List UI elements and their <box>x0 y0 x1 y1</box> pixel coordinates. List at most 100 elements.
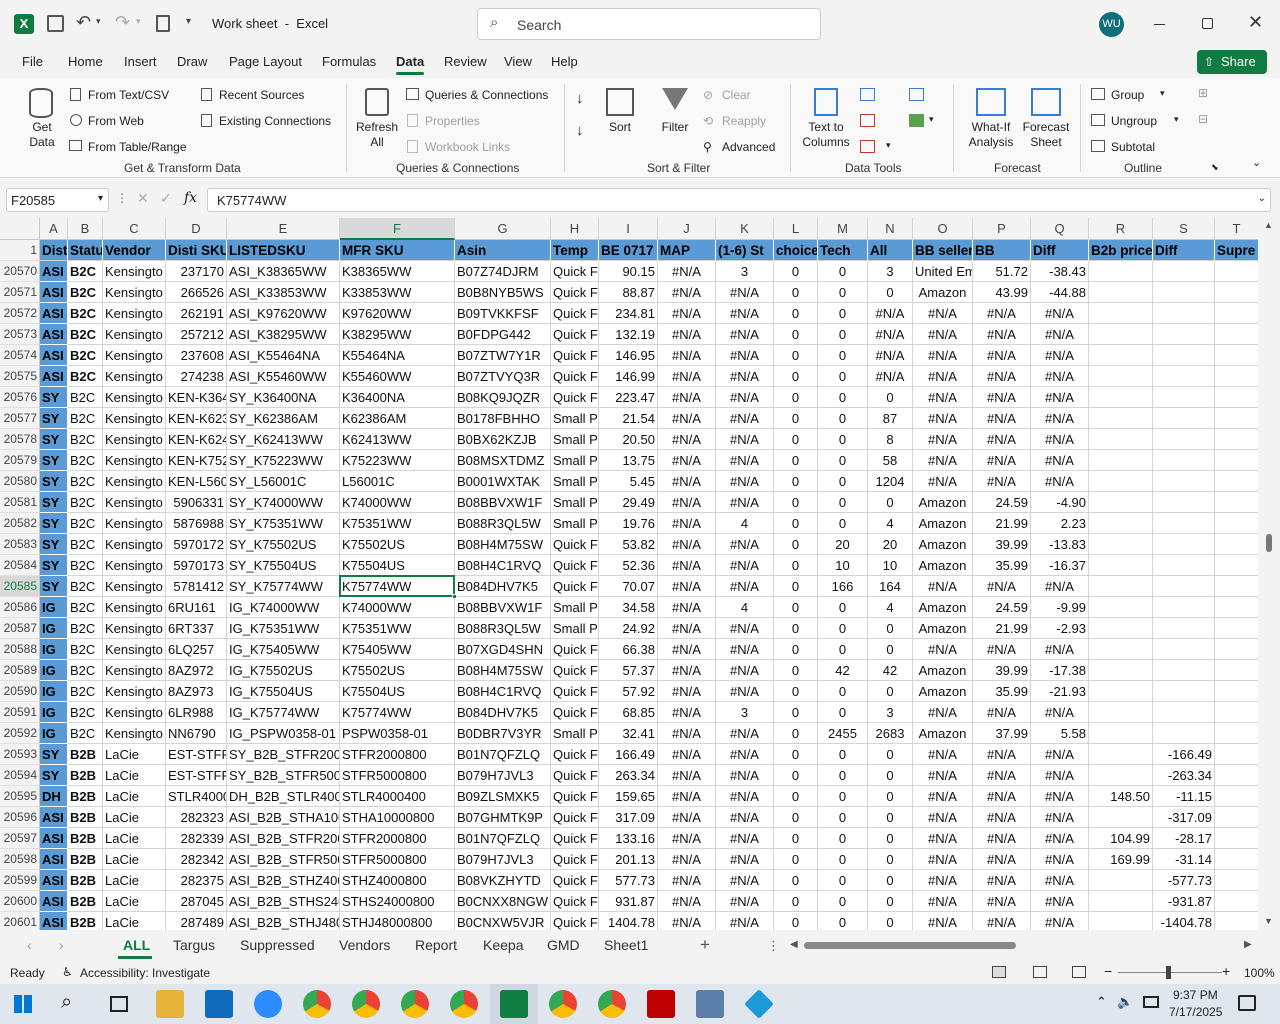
table-cell[interactable]: #N/A <box>658 576 716 597</box>
table-cell[interactable]: B2C <box>68 261 103 282</box>
table-cell[interactable]: #N/A <box>973 849 1031 870</box>
table-cell[interactable]: #N/A <box>716 849 774 870</box>
table-cell[interactable]: 0 <box>818 492 868 513</box>
sort-ascending-icon[interactable]: ↓ <box>576 90 584 107</box>
table-cell[interactable]: #N/A <box>913 408 973 429</box>
chrome-icon[interactable] <box>598 990 626 1018</box>
tab-view[interactable]: View <box>504 54 532 69</box>
table-cell[interactable]: Small P <box>551 597 599 618</box>
table-cell[interactable] <box>1215 744 1258 765</box>
table-cell[interactable]: 42 <box>818 660 868 681</box>
column-header-k[interactable]: K <box>716 218 774 240</box>
table-cell[interactable]: SY_K36400NA <box>227 387 340 408</box>
column-header-q[interactable]: Q <box>1031 218 1089 240</box>
table-cell[interactable] <box>1215 366 1258 387</box>
table-cell[interactable]: 159.65 <box>599 786 658 807</box>
table-cell[interactable]: LaCie <box>103 849 166 870</box>
table-cell[interactable]: SY <box>40 471 68 492</box>
table-cell[interactable]: STFR5000800 <box>340 765 455 786</box>
table-cell[interactable]: #N/A <box>658 534 716 555</box>
table-cell[interactable]: STFR2000800 <box>340 828 455 849</box>
outlook-icon[interactable] <box>205 990 233 1018</box>
table-cell[interactable]: K75351WW <box>340 513 455 534</box>
table-cell[interactable]: #N/A <box>913 639 973 660</box>
table-cell[interactable]: #N/A <box>658 387 716 408</box>
table-cell[interactable]: 257212 <box>166 324 227 345</box>
zoom-slider-thumb[interactable] <box>1166 966 1171 979</box>
table-cell[interactable]: SY_K75502US <box>227 534 340 555</box>
table-cell[interactable]: K62413WW <box>340 429 455 450</box>
table-cell[interactable]: #N/A <box>1031 408 1089 429</box>
table-cell[interactable]: 0 <box>868 282 913 303</box>
table-cell[interactable]: #N/A <box>658 786 716 807</box>
table-cell[interactable]: #N/A <box>913 450 973 471</box>
table-cell[interactable]: SY_K75351WW <box>227 513 340 534</box>
table-cell[interactable]: #N/A <box>716 387 774 408</box>
table-cell[interactable]: 5876988 <box>166 513 227 534</box>
table-cell[interactable]: 0 <box>774 387 818 408</box>
table-cell[interactable]: #N/A <box>658 807 716 828</box>
header-cell[interactable]: Vendor <box>103 240 166 261</box>
table-cell[interactable]: 0 <box>774 534 818 555</box>
table-cell[interactable]: ASI_K55460WW <box>227 366 340 387</box>
table-cell[interactable]: B08H4M75SW <box>455 660 551 681</box>
table-cell[interactable] <box>1215 618 1258 639</box>
table-cell[interactable] <box>1089 555 1153 576</box>
what-if-analysis-button[interactable]: What-If Analysis <box>966 86 1016 156</box>
collapse-ribbon-icon[interactable]: ⌄ <box>1252 156 1261 169</box>
redo-icon[interactable]: ↷ <box>115 12 130 33</box>
table-cell[interactable]: B2C <box>68 534 103 555</box>
table-cell[interactable]: KEN-L5600 <box>166 471 227 492</box>
sheet-options-icon[interactable]: ⋮ <box>767 938 780 954</box>
table-cell[interactable]: 0 <box>818 765 868 786</box>
table-cell[interactable]: #N/A <box>716 870 774 891</box>
table-cell[interactable]: -17.38 <box>1031 660 1089 681</box>
header-cell[interactable]: Diff <box>1031 240 1089 261</box>
table-cell[interactable]: SY_K75223WW <box>227 450 340 471</box>
table-cell[interactable]: K75351WW <box>340 618 455 639</box>
table-cell[interactable]: 282342 <box>166 849 227 870</box>
table-cell[interactable]: IG_K74000WW <box>227 597 340 618</box>
table-cell[interactable]: 0 <box>774 555 818 576</box>
table-cell[interactable] <box>1153 723 1215 744</box>
table-cell[interactable]: ASI <box>40 261 68 282</box>
table-cell[interactable]: B079H7JVL3 <box>455 849 551 870</box>
table-cell[interactable]: 104.99 <box>1089 828 1153 849</box>
table-cell[interactable]: 66.38 <box>599 639 658 660</box>
task-view-icon[interactable] <box>110 996 128 1012</box>
table-cell[interactable] <box>1215 534 1258 555</box>
table-cell[interactable] <box>1215 912 1258 930</box>
horizontal-scroll-thumb[interactable] <box>804 942 1016 949</box>
table-cell[interactable]: SY <box>40 492 68 513</box>
column-header-r[interactable]: R <box>1089 218 1153 240</box>
row-header[interactable]: 20590 <box>0 681 40 702</box>
table-cell[interactable] <box>1153 534 1215 555</box>
table-cell[interactable]: #N/A <box>716 660 774 681</box>
table-cell[interactable]: Quick F <box>551 324 599 345</box>
table-cell[interactable]: 0 <box>818 681 868 702</box>
table-cell[interactable]: 24.92 <box>599 618 658 639</box>
table-cell[interactable]: ASI <box>40 282 68 303</box>
table-cell[interactable]: #N/A <box>716 450 774 471</box>
normal-view-icon[interactable] <box>992 966 1006 978</box>
table-cell[interactable]: 282323 <box>166 807 227 828</box>
table-cell[interactable] <box>1215 429 1258 450</box>
table-cell[interactable]: #N/A <box>913 576 973 597</box>
table-cell[interactable]: #N/A <box>1031 324 1089 345</box>
group-dropdown-icon[interactable]: ▾ <box>1160 88 1165 99</box>
table-cell[interactable]: #N/A <box>1031 471 1089 492</box>
table-cell[interactable]: #N/A <box>913 324 973 345</box>
sheet-tab-targus[interactable]: Targus <box>173 937 215 953</box>
table-cell[interactable]: #N/A <box>716 345 774 366</box>
table-cell[interactable]: 53.82 <box>599 534 658 555</box>
table-cell[interactable]: K75502US <box>340 660 455 681</box>
table-cell[interactable]: B0CNXW5VJR <box>455 912 551 930</box>
zoom-out-icon[interactable]: − <box>1104 963 1112 979</box>
table-cell[interactable]: #N/A <box>1031 891 1089 912</box>
table-cell[interactable]: #N/A <box>1031 912 1089 930</box>
table-cell[interactable]: ASI_B2B_STHS24000800 <box>227 891 340 912</box>
table-cell[interactable]: B2C <box>68 618 103 639</box>
sheet-tab-gmd[interactable]: GMD <box>547 937 580 953</box>
table-cell[interactable]: STFR2000800 <box>340 744 455 765</box>
table-cell[interactable]: ASI_K38295WW <box>227 324 340 345</box>
